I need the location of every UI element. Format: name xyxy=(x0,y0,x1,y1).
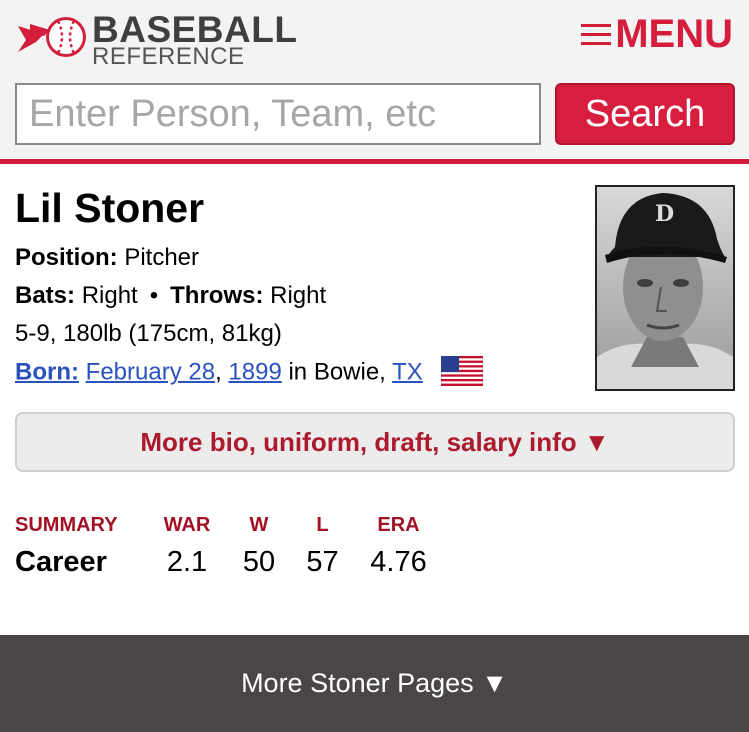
bats-label: Bats: xyxy=(15,282,76,309)
baseball-logo-icon xyxy=(18,17,86,57)
born-state-link[interactable]: TX xyxy=(392,358,423,385)
menu-button[interactable]: MENU xyxy=(581,14,733,54)
summary-header-l: L xyxy=(316,514,329,536)
summary-table: SUMMARY WAR W L ERA Career 2.1 50 57 4.7… xyxy=(15,512,456,579)
born-line: Born: February 28, 1899 in Bowie, TX xyxy=(15,356,484,388)
bats-value: Right xyxy=(81,282,138,309)
summary-era-value: 4.76 xyxy=(370,546,427,578)
site-logo[interactable]: BASEBALL REFERENCE xyxy=(14,8,304,70)
search-button[interactable]: Search xyxy=(555,83,735,145)
summary-header-summary: SUMMARY xyxy=(15,514,118,536)
search-input[interactable] xyxy=(15,83,541,145)
summary-l-value: 57 xyxy=(306,546,339,578)
throws-value: Right xyxy=(270,282,327,309)
separator-dot: • xyxy=(149,282,159,309)
more-bio-button[interactable]: More bio, uniform, draft, salary info ▼ xyxy=(15,412,735,472)
us-flag-icon xyxy=(441,356,484,386)
born-link[interactable]: Born: xyxy=(15,358,79,385)
born-date-link[interactable]: February 28 xyxy=(86,358,215,385)
table-row: Career 2.1 50 57 4.76 xyxy=(15,545,456,579)
bats-throws-line: Bats: Right • Throws: Right xyxy=(15,282,326,310)
throws-label: Throws: xyxy=(170,282,264,309)
more-pages-button[interactable]: More Stoner Pages ▼ xyxy=(0,635,749,732)
born-place: in Bowie, xyxy=(288,358,386,386)
summary-w-value: 50 xyxy=(242,546,276,578)
summary-row-label: Career xyxy=(15,546,107,578)
hamburger-icon xyxy=(581,20,612,48)
born-year-link[interactable]: 1899 xyxy=(228,358,281,385)
summary-header-row: SUMMARY WAR W L ERA xyxy=(15,512,456,545)
summary-header-war: WAR xyxy=(163,514,211,536)
summary-war-value: 2.1 xyxy=(166,546,208,578)
summary-header-era: ERA xyxy=(377,514,420,536)
header-divider xyxy=(0,159,749,164)
svg-text:D: D xyxy=(655,201,674,227)
position-line: Position: Pitcher xyxy=(15,244,199,272)
player-name: Lil Stoner xyxy=(15,185,205,231)
summary-header-w: W xyxy=(249,514,269,536)
menu-label: MENU xyxy=(615,12,733,56)
position-label: Position: xyxy=(15,244,118,271)
size-line: 5-9, 180lb (175cm, 81kg) xyxy=(15,320,282,347)
player-photo: D xyxy=(595,185,735,391)
born-comma: , xyxy=(215,358,222,386)
position-value: Pitcher xyxy=(124,244,200,271)
site-header: BASEBALL REFERENCE MENU Search xyxy=(0,0,749,160)
logo-text-bottom: REFERENCE xyxy=(92,43,245,70)
